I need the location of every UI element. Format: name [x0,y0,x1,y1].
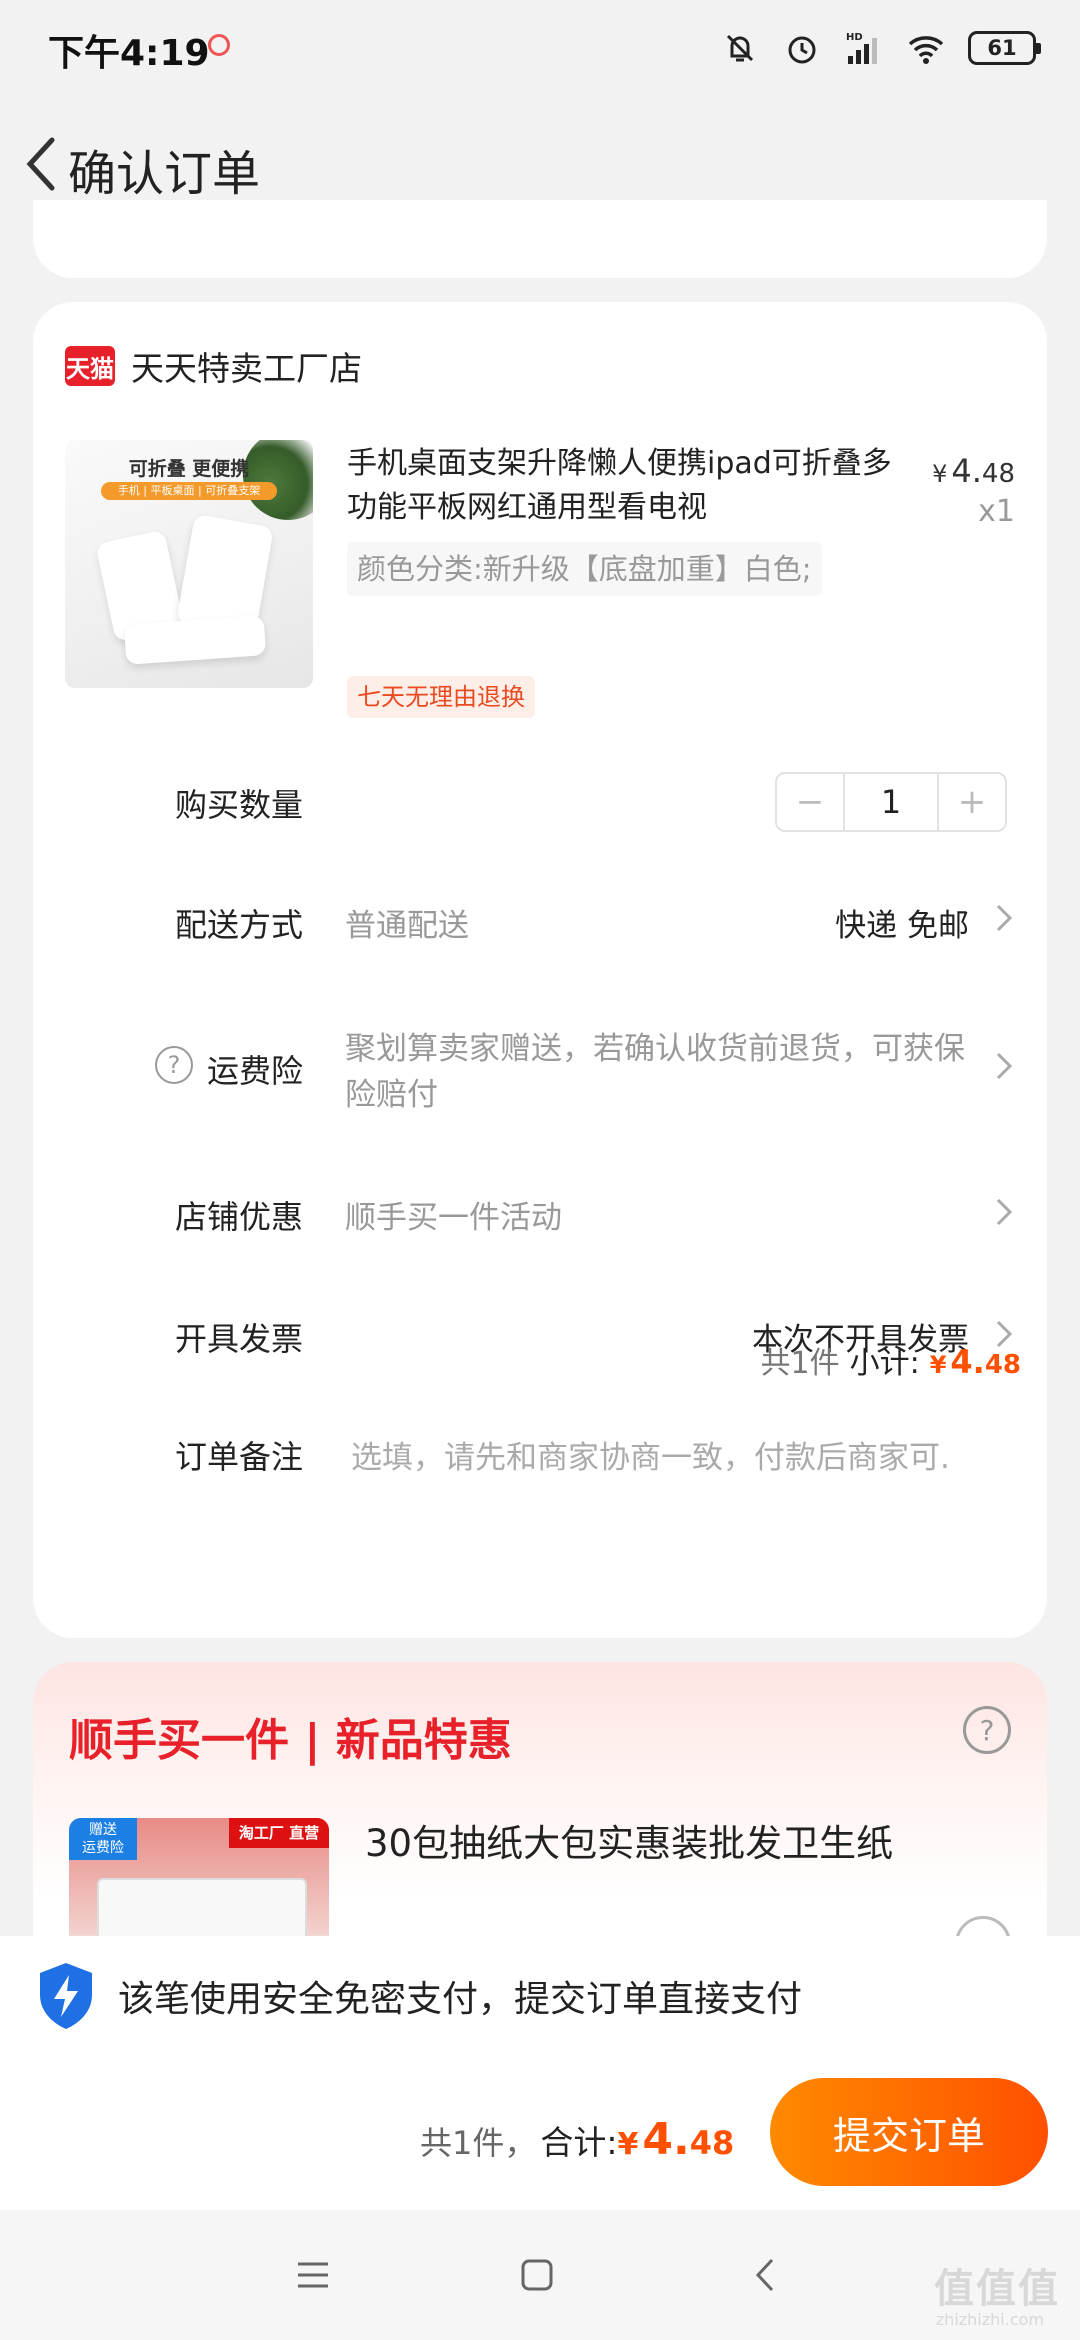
product-title[interactable]: 手机桌面支架升降懒人便携ipad可折叠多功能平板网红通用型看电视 [347,442,907,530]
total-amount: ¥4.48 [617,2114,735,2165]
page-title: 确认订单 [68,146,261,202]
delivery-method: 普通配送 [345,908,469,944]
checkout-bar: 该笔使用安全免密支付，提交订单直接支付 共1件， 合计: ¥4.48 提交订单 [0,1936,1080,2210]
factory-badge: 淘工厂 直营 [229,1818,329,1848]
menu-icon[interactable] [278,2240,348,2310]
quantity-stepper[interactable]: − 1 + [775,772,1007,832]
order-card: 天猫 天天特卖工厂店 可折叠 更便携 手机 | 平板桌面 | 可折叠支架 手机桌… [33,302,1047,1638]
shield-lightning-icon [34,1960,98,2032]
order-note-input[interactable]: 选填，请先和商家协商一致，付款后商家可. [351,1432,1001,1477]
alarm-icon [782,28,822,68]
product-image[interactable]: 可折叠 更便携 手机 | 平板桌面 | 可折叠支架 [65,440,313,688]
subtotal-label: 小计: [849,1346,920,1381]
secure-payment-text: 该笔使用安全免密支付，提交订单直接支付 [118,1979,803,2020]
secure-payment-notice: 该笔使用安全免密支付，提交订单直接支付 [34,1960,802,2032]
store-discount-label: 店铺优惠 [175,1198,304,1236]
status-icons: HD 61 [720,26,1041,70]
chevron-right-icon [989,896,1019,940]
store-discount-value: 顺手买一件活动 [345,1200,562,1236]
product-image-title: 可折叠 更便携 [128,458,250,480]
promo-help-icon[interactable]: ? [963,1706,1011,1754]
watermark: 值值值 [934,2266,1060,2312]
status-bar: 下午4:19 HD 61 [0,0,1080,96]
system-nav-bar: 值值值 zhizhizhi.com [0,2210,1080,2340]
svg-text:HD: HD [846,32,863,43]
stand-graphic [123,615,267,665]
mute-bell-icon [720,28,760,68]
submit-order-button[interactable]: 提交订单 [770,2078,1048,2186]
delivery-fee: 快递 免邮 [835,908,969,944]
wifi-icon [906,28,946,68]
address-card[interactable] [33,200,1047,278]
insurance-label: 运费险 [207,1052,304,1090]
quantity-minus-button[interactable]: − [777,774,843,830]
shop-name: 天天特卖工厂店 [131,349,362,388]
subtotal-count: 共1件 [760,1346,840,1381]
home-icon[interactable] [502,2240,572,2310]
back-nav-icon[interactable] [730,2240,800,2310]
delivery-label: 配送方式 [175,906,304,944]
tmall-logo-icon: 天猫 [65,346,115,386]
chevron-right-icon [989,1190,1019,1234]
shop-row[interactable]: 天猫 天天特卖工厂店 [65,342,362,390]
order-note-label: 订单备注 [175,1438,304,1476]
product-price: ¥4.48 [932,452,1015,490]
subtotal: 共1件 小计: ¥4.48 [760,1338,1021,1382]
signal-hd-icon: HD [844,28,884,68]
quantity-plus-button[interactable]: + [939,774,1005,830]
quantity-label: 购买数量 [175,786,304,824]
product-quantity: x1 [978,494,1015,529]
product-image-subtitle: 手机 | 平板桌面 | 可折叠支架 [101,482,277,500]
quantity-value[interactable]: 1 [843,774,939,830]
promo-product-name[interactable]: 30包抽纸大包实惠装批发卫生纸 [365,1818,925,1870]
help-icon[interactable]: ? [155,1046,193,1084]
notification-dot-icon [208,34,230,56]
promo-title: 顺手买一件 | 新品特惠 [69,1715,512,1766]
free-insurance-badge: 赠送 运费险 [69,1818,137,1860]
total-label: 合计: [540,2123,618,2162]
watermark-url: zhizhizhi.com [935,2310,1044,2329]
product-variant[interactable]: 颜色分类:新升级【底盘加重】白色; [347,542,822,596]
chevron-right-icon [989,1044,1019,1088]
invoice-label: 开具发票 [175,1320,304,1358]
battery-icon: 61 [968,31,1041,65]
back-button[interactable] [10,128,74,200]
insurance-value: 聚划算卖家赠送，若确认收货前退货，可获保险赔付 [345,1031,965,1113]
chevron-left-icon [26,137,55,191]
return-policy-badge: 七天无理由退换 [347,676,535,718]
subtotal-amount: ¥4.48 [929,1343,1021,1381]
total-summary: 共1件， 合计: ¥4.48 [420,2114,734,2165]
status-time: 下午4:19 [48,33,210,74]
total-count: 共1件， [420,2124,537,2162]
